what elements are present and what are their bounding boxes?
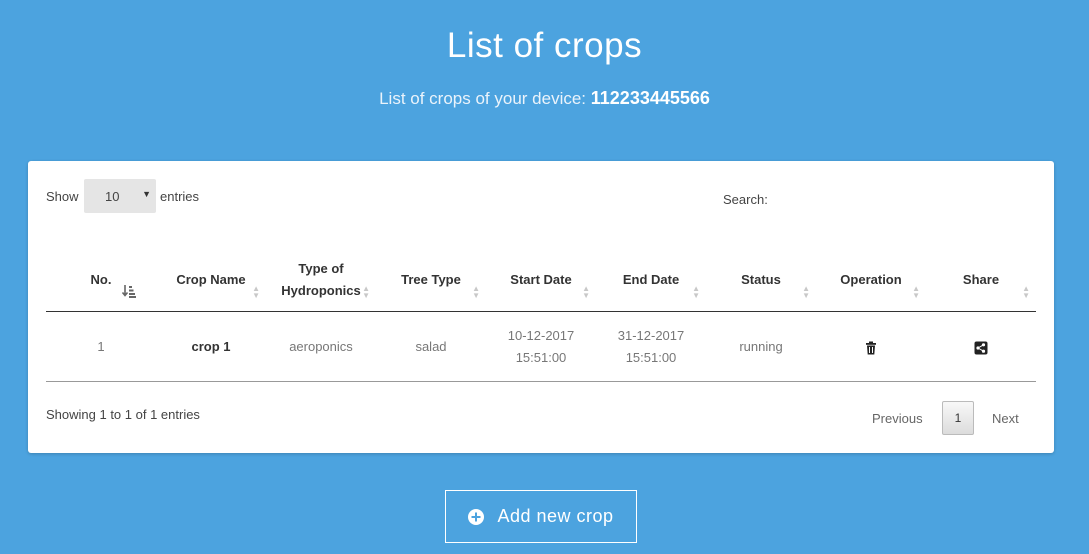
show-label: Show [46, 189, 79, 204]
sort-both-icon: ▲ ▼ [582, 284, 590, 300]
column-header-share[interactable]: Share ▲ ▼ [926, 249, 1036, 311]
sort-ascending-icon [121, 285, 136, 301]
column-header-hydroponics-type[interactable]: Type of Hydroponics ▲ ▼ [266, 249, 376, 311]
cell-status: running [739, 338, 783, 354]
search-input[interactable] [778, 185, 1022, 213]
column-header-crop-name[interactable]: Crop Name ▲ ▼ [156, 249, 266, 311]
plus-circle-icon [468, 508, 485, 525]
table-row: 1 crop 1 aeroponics salad 10-12-2017 15:… [46, 312, 1036, 382]
sort-both-icon: ▲ ▼ [802, 284, 810, 300]
cell-start-date: 10-12-2017 15:51:00 [507, 327, 575, 365]
crops-card: Show 10 ▼ entries Search: No. Crop Name … [28, 161, 1054, 453]
entries-select-value: 10 [105, 189, 120, 204]
trash-icon[interactable] [864, 340, 878, 354]
column-header-tree-type[interactable]: Tree Type ▲ ▼ [376, 249, 486, 311]
previous-page-button[interactable]: Previous [872, 411, 923, 426]
add-new-crop-button[interactable]: Add new crop [445, 490, 637, 543]
entries-label: entries [160, 189, 200, 204]
page-title: List of crops [446, 26, 643, 65]
column-header-end-date[interactable]: End Date ▲ ▼ [596, 249, 706, 311]
add-new-crop-label: Add new crop [497, 506, 614, 526]
cell-crop-name: crop 1 [191, 338, 231, 354]
cell-tree-type: salad [415, 338, 447, 354]
sort-both-icon: ▲ ▼ [912, 284, 920, 300]
entries-select[interactable]: 10 ▼ [84, 179, 156, 213]
column-header-operation[interactable]: Operation ▲ ▼ [816, 249, 926, 311]
cell-share [926, 312, 1036, 381]
column-header-status[interactable]: Status ▲ ▼ [706, 249, 816, 311]
page-button-1[interactable]: 1 [942, 401, 974, 435]
share-icon[interactable] [974, 340, 988, 354]
sort-both-icon: ▲ ▼ [472, 284, 480, 300]
sort-both-icon: ▲ ▼ [252, 284, 260, 300]
chevron-down-icon: ▼ [142, 189, 151, 199]
cell-end-date: 31-12-2017 15:51:00 [617, 327, 685, 365]
next-page-button[interactable]: Next [992, 411, 1019, 426]
column-header-start-date[interactable]: Start Date ▲ ▼ [486, 249, 596, 311]
subtitle-text: List of crops of your device: [379, 89, 587, 108]
sort-both-icon: ▲ ▼ [1022, 284, 1030, 300]
sort-both-icon: ▲ ▼ [362, 284, 370, 300]
cell-hydroponics-type: aeroponics [289, 338, 353, 354]
cell-operation [816, 312, 926, 381]
column-header-no[interactable]: No. [46, 249, 156, 311]
sort-both-icon: ▲ ▼ [692, 284, 700, 300]
device-id: 112233445566 [590, 88, 710, 108]
cell-no: 1 [97, 338, 105, 354]
showing-info: Showing 1 to 1 of 1 entries [46, 407, 200, 422]
table-header: No. Crop Name ▲ ▼ Type of Hydroponics ▲ ▼ … [46, 249, 1036, 312]
search-label: Search: [723, 192, 768, 207]
page-subtitle: List of crops of your device: 1122334455… [0, 88, 1089, 109]
